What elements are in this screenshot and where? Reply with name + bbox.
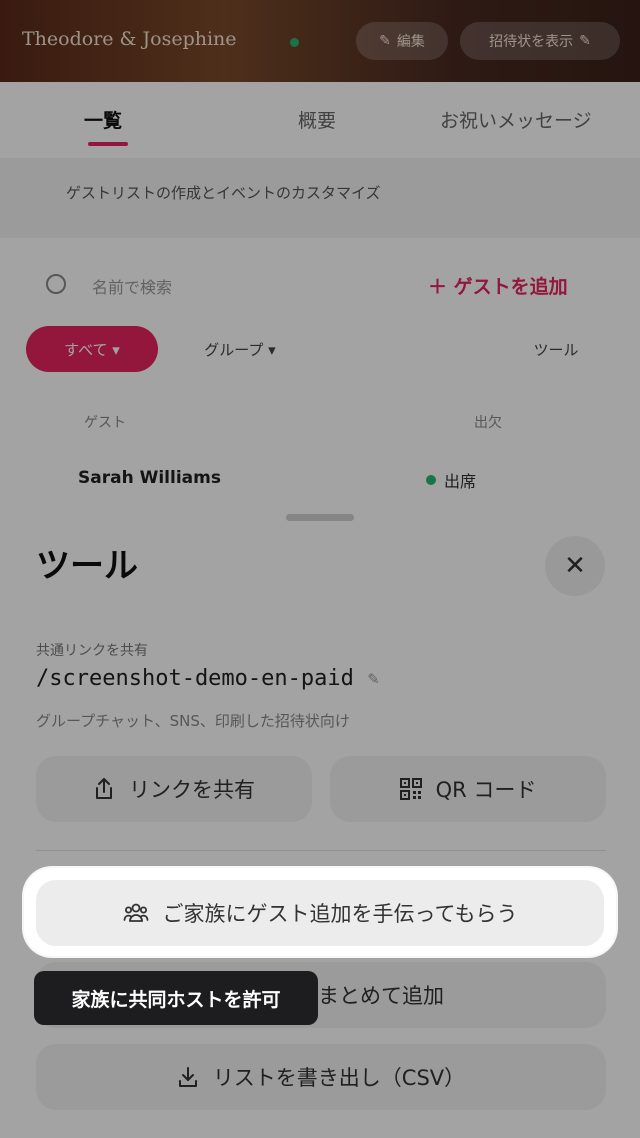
group-icon	[123, 902, 149, 924]
family-help-button[interactable]: ご家族にゲスト追加を手伝ってもらう	[36, 880, 604, 946]
coach-tooltip: 家族に共同ホストを許可	[34, 971, 318, 1025]
dim-overlay	[0, 0, 640, 1138]
family-help-label: ご家族にゲスト追加を手伝ってもらう	[162, 902, 518, 926]
